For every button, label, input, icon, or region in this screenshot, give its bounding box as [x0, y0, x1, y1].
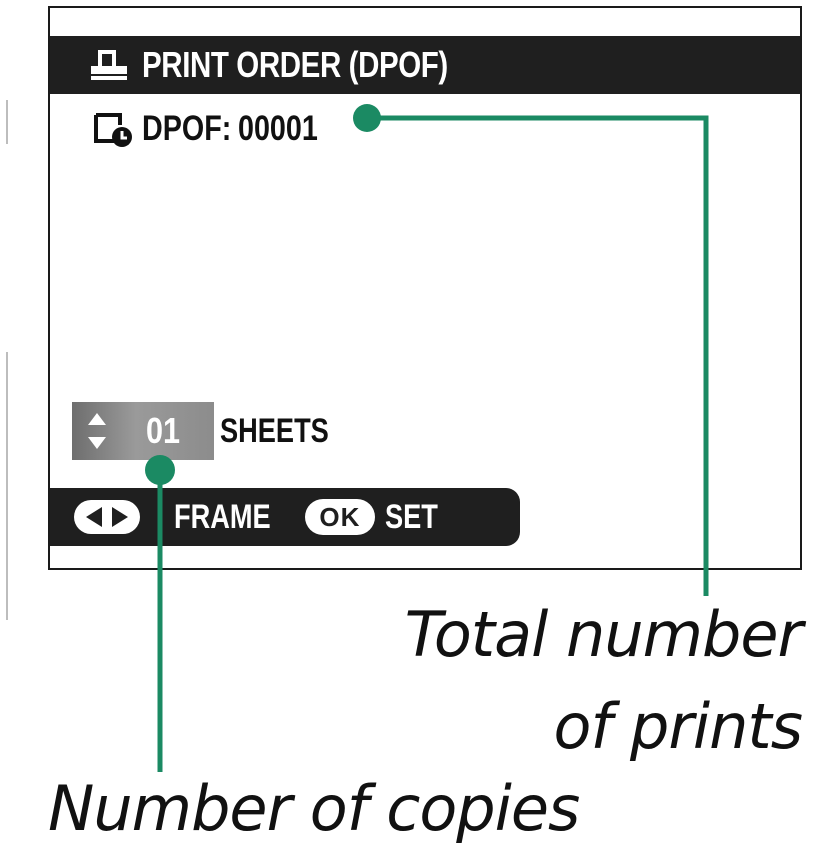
- bottom-bar: FRAME OK SET: [50, 488, 520, 546]
- copies-row: 01 SHEETS: [72, 402, 356, 460]
- title-bar: PRINT ORDER (DPOF): [50, 36, 800, 94]
- total-prints-caption-line1: Total number: [404, 598, 803, 671]
- up-down-arrows-icon: [86, 409, 108, 453]
- copies-stepper[interactable]: 01: [72, 402, 214, 460]
- total-prints-caption-line2: of prints: [553, 690, 803, 763]
- dpof-label: DPOF:: [142, 109, 232, 148]
- dpof-total: DPOF: 00001: [90, 104, 335, 154]
- camera-screen: PRINT ORDER (DPOF) DPOF: 00001 01 SHEETS: [48, 6, 802, 570]
- sheets-label: SHEETS: [220, 411, 329, 450]
- frame-label: FRAME: [174, 497, 271, 536]
- margin-line-bottom: [6, 352, 8, 620]
- page-title: PRINT ORDER (DPOF): [142, 44, 448, 85]
- copies-value: 01: [146, 410, 181, 451]
- dpof-clock-icon: [90, 109, 136, 149]
- ok-button-icon[interactable]: OK: [304, 499, 375, 535]
- margin-line-top: [6, 100, 8, 144]
- copies-caption: Number of copies: [48, 772, 580, 845]
- set-label: SET: [384, 497, 438, 536]
- left-right-arrows-icon[interactable]: [74, 500, 140, 534]
- printer-icon: [88, 47, 130, 83]
- dpof-count: 00001: [238, 109, 318, 148]
